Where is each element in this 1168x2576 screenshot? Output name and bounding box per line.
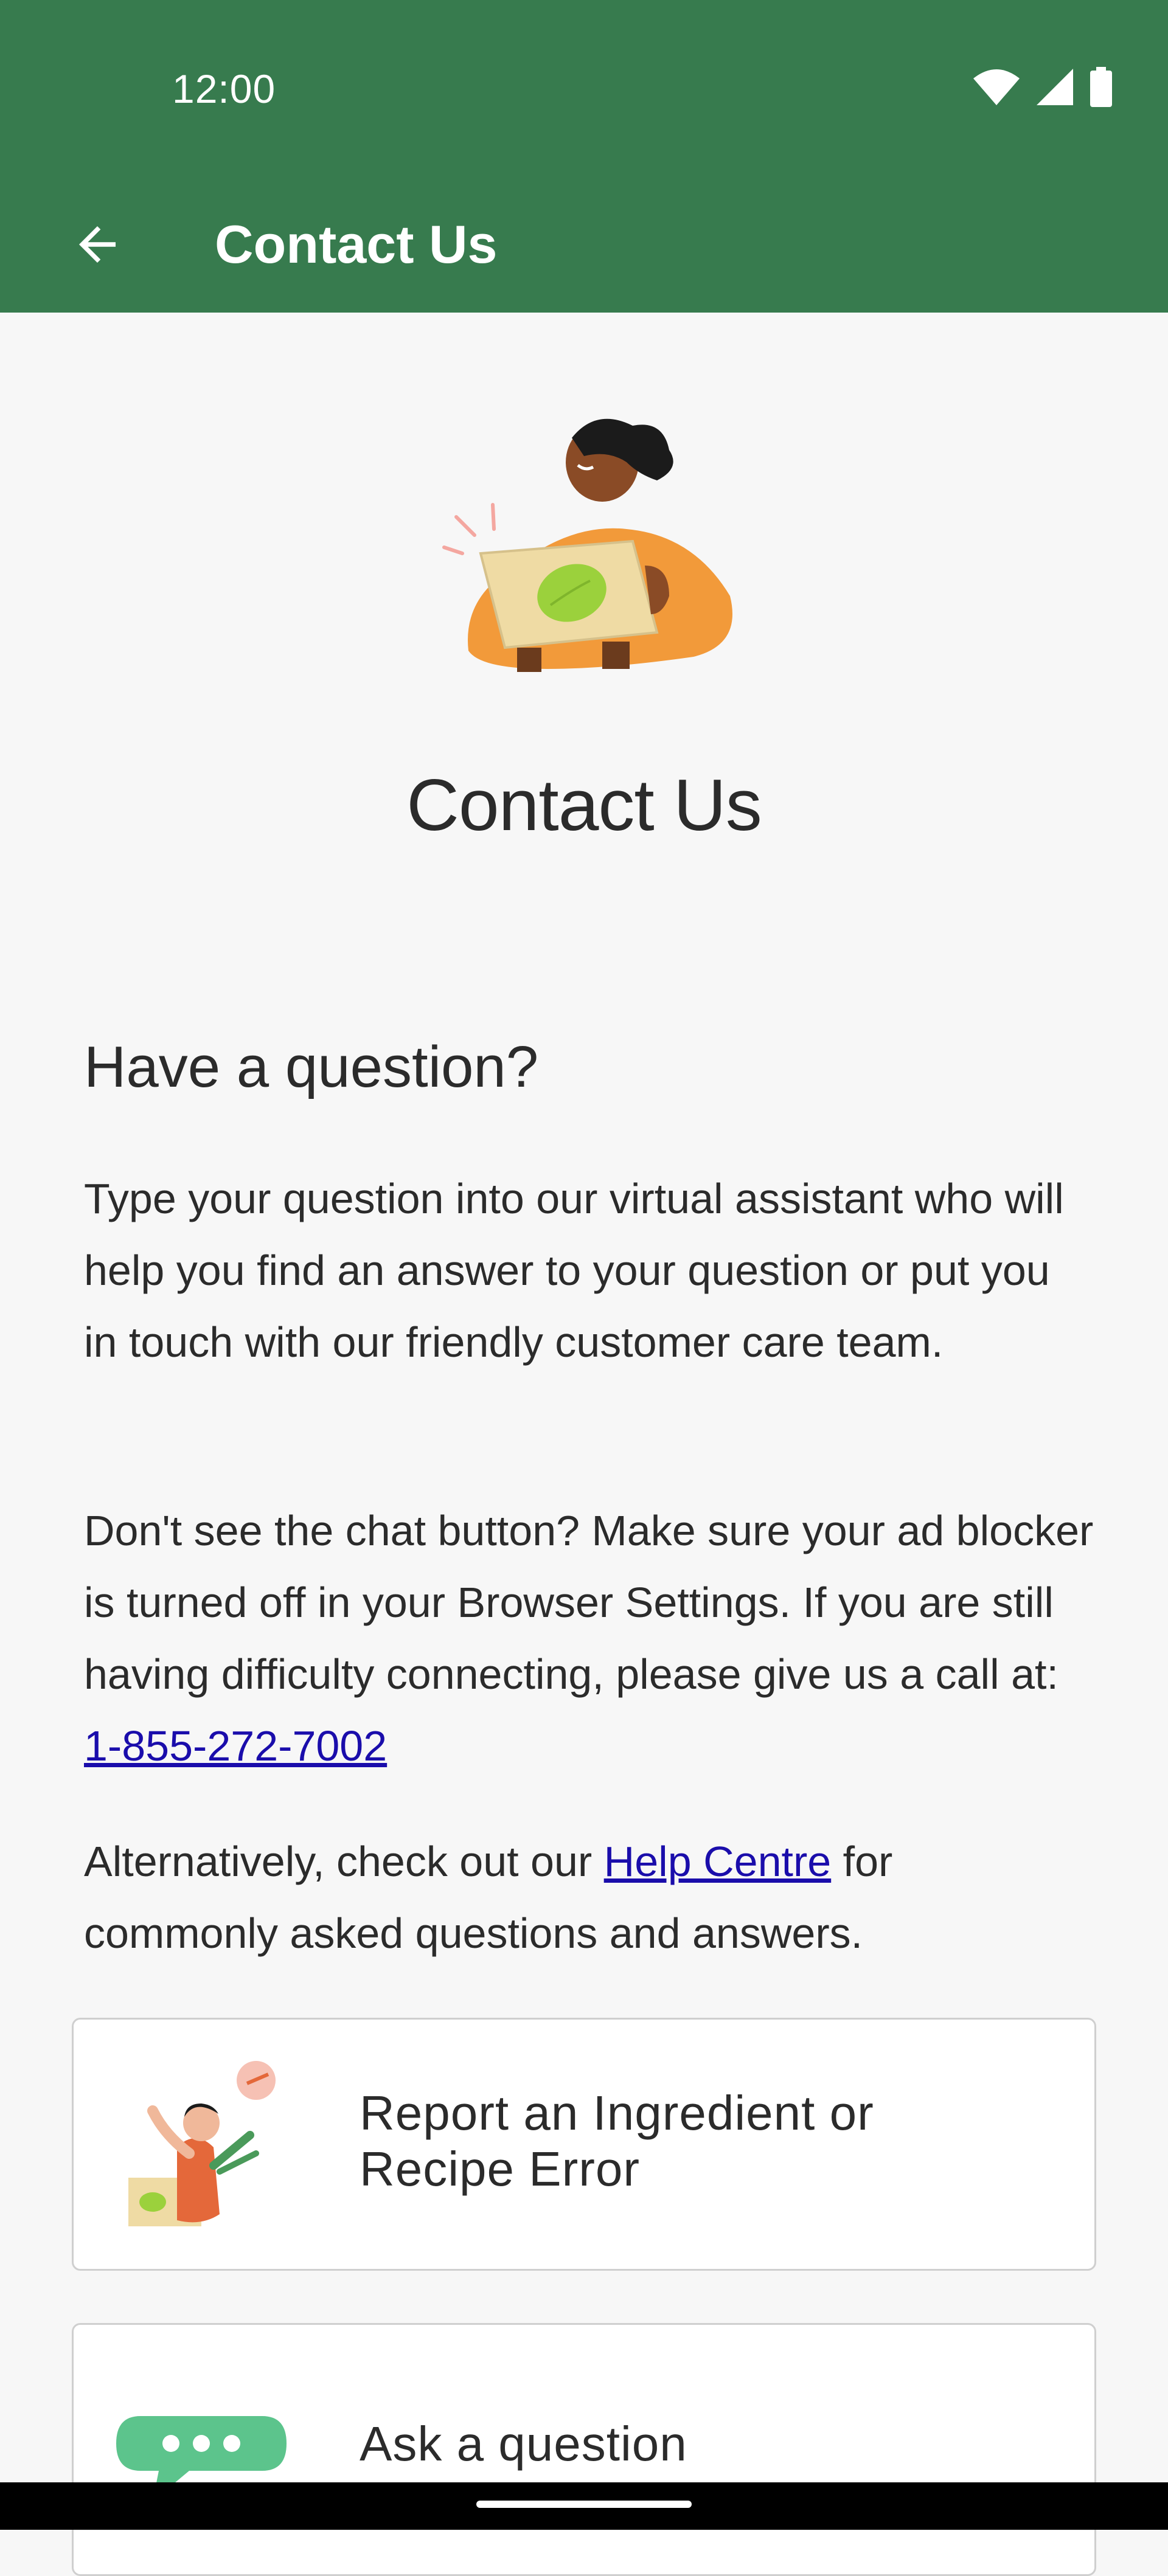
status-time: 12:00	[172, 66, 276, 111]
person-holding-box-illustration	[442, 418, 732, 672]
app-bar: Contact Us	[0, 176, 1168, 313]
section-heading: Have a question?	[84, 1034, 539, 1099]
report-error-label: Report an Ingredient or Recipe Error	[360, 2085, 874, 2197]
help-centre-link[interactable]: Help Centre	[604, 1838, 832, 1885]
report-error-label-line2: Recipe Error	[360, 2142, 641, 2196]
phone-link[interactable]: 1-855-272-7002	[84, 1722, 387, 1770]
cell-signal-icon	[1037, 69, 1073, 105]
chef-with-vegetables-icon	[128, 2061, 276, 2226]
ad-blocker-text: Don't see the chat button? Make sure you…	[84, 1507, 1094, 1698]
intro-paragraph: Type your question into our virtual assi…	[84, 1175, 1064, 1366]
page-title: Contact Us	[406, 764, 762, 846]
back-button[interactable]	[55, 202, 140, 287]
ask-question-label: Ask a question	[360, 2417, 687, 2471]
app-bar-title: Contact Us	[215, 214, 498, 274]
ad-blocker-paragraph: Don't see the chat button? Make sure you…	[84, 1495, 1094, 1782]
status-bar: 12:00	[0, 0, 1168, 176]
chat-bubble-icon	[116, 2416, 287, 2501]
battery-icon	[1090, 67, 1112, 107]
home-gesture-handle[interactable]	[476, 2501, 692, 2508]
help-centre-paragraph: Alternatively, check out our Help Centre…	[84, 1826, 1094, 1969]
wifi-icon	[973, 69, 1020, 105]
back-arrow-icon	[79, 226, 116, 263]
report-error-label-line1: Report an Ingredient or	[360, 2086, 874, 2140]
ask-question-card[interactable]: Ask a question	[72, 2323, 1096, 2576]
status-icons	[972, 67, 1113, 107]
system-nav-bar	[0, 2482, 1168, 2530]
help-text-before: Alternatively, check out our	[84, 1838, 604, 1885]
report-error-card[interactable]: Report an Ingredient or Recipe Error	[72, 2018, 1096, 2271]
